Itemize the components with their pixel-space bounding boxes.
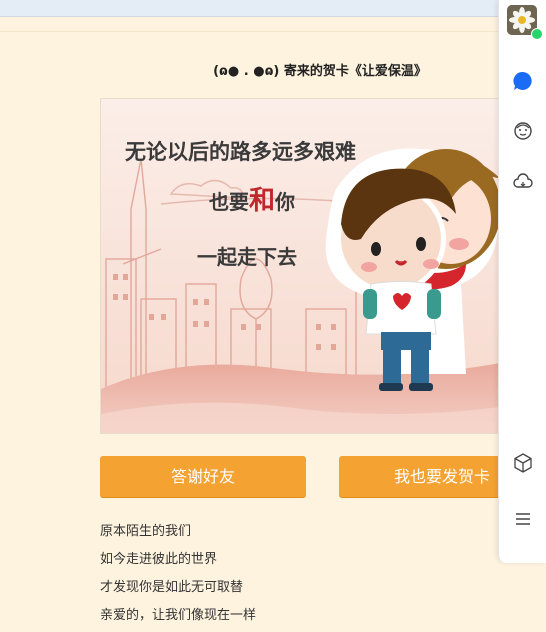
poem-line: 原本陌生的我们	[100, 524, 192, 539]
cube-icon[interactable]	[512, 452, 534, 474]
card-line-2-prefix: 也要	[209, 190, 249, 214]
svg-text:也要和你: 也要和你	[209, 186, 295, 216]
greeting-card-image: 无论以后的路多远多艰难 也要和你 一起走下去	[100, 98, 522, 434]
chat-bubble-icon[interactable]	[512, 70, 534, 92]
poem-line: 才发现你是如此无可取替	[100, 580, 244, 595]
card-line-2-emphasis: 和	[249, 186, 275, 216]
thank-friend-button[interactable]: 答谢好友	[100, 456, 306, 497]
poem-line: 亲爱的，让我们像现在一样	[100, 608, 257, 623]
browser-top-strip	[0, 0, 500, 17]
poem-text: 原本陌生的我们 如今走进彼此的世界 才发现你是如此无可取替 亲爱的，让我们像现在…	[100, 520, 256, 632]
card-line-1: 无论以后的路多远多艰难	[125, 140, 356, 164]
card-line-3: 一起走下去	[197, 245, 297, 269]
card-line-2-suffix: 你	[274, 190, 295, 214]
page-title: (ɷ● . ●ɷ) 寄来的贺卡《让爱保温》	[213, 64, 427, 79]
right-sidebar	[498, 0, 546, 563]
online-status-dot	[531, 28, 543, 40]
cloud-icon[interactable]	[512, 170, 534, 192]
menu-icon[interactable]	[512, 508, 534, 530]
poem-line: 如今走进彼此的世界	[100, 552, 218, 567]
header-divider	[0, 31, 500, 32]
face-icon[interactable]	[512, 120, 534, 142]
